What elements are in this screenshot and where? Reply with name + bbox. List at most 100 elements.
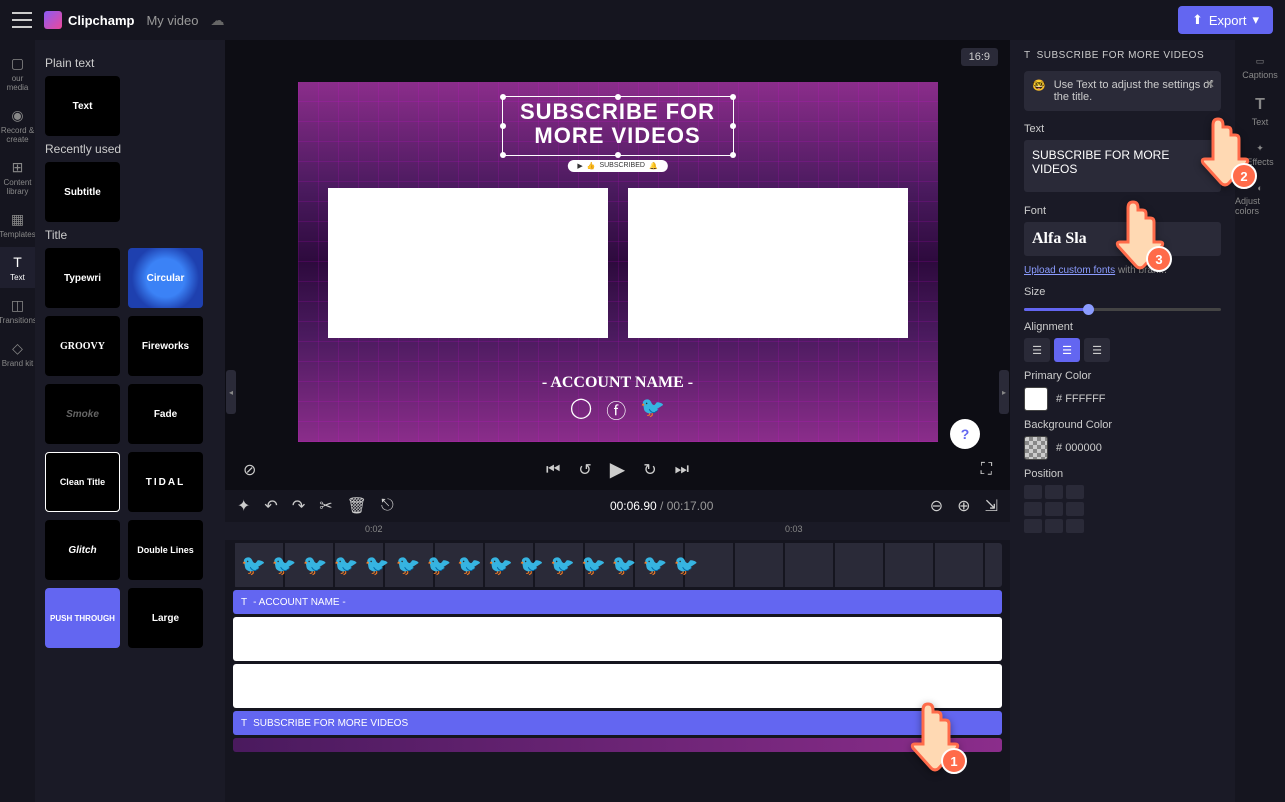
video-name[interactable]: My video xyxy=(146,13,198,28)
pos-tl[interactable] xyxy=(1024,485,1042,499)
youtube-icon: ▶ xyxy=(577,162,582,170)
delete-button[interactable]: 🗑 xyxy=(347,496,367,516)
split-button[interactable]: ⎋ xyxy=(381,497,394,515)
media-icon: ▢ xyxy=(9,54,27,72)
aspect-ratio[interactable]: 16:9 xyxy=(961,48,998,66)
rail-text-panel[interactable]: TText xyxy=(1235,88,1285,135)
rail-adjust-colors[interactable]: ◐Adjust colors xyxy=(1235,175,1285,224)
thumb-subtitle[interactable]: Subtitle xyxy=(45,162,120,222)
size-slider[interactable] xyxy=(1024,308,1221,311)
position-grid xyxy=(1024,485,1221,533)
pos-mc[interactable] xyxy=(1045,502,1063,516)
preview-area: 16:9 SUBSCRIBE FOR MORE VIDEOS ▶ 👍 SUBSC… xyxy=(225,40,1010,490)
track-account-name[interactable]: T - ACCOUNT NAME - xyxy=(233,590,1002,614)
thumb-groovy[interactable]: GROOVY xyxy=(45,316,120,376)
primary-color-swatch[interactable] xyxy=(1024,387,1048,411)
chevron-down-icon: ▾ xyxy=(1252,12,1259,28)
hint-box: 🤓 Use Text to adjust the settings of the… xyxy=(1024,71,1221,111)
thumb-typewriter[interactable]: Typewri xyxy=(45,248,120,308)
rail-media[interactable]: ▢our media xyxy=(0,48,35,98)
skip-back-icon[interactable]: ⏮ xyxy=(546,461,560,479)
magic-icon[interactable]: ✦ xyxy=(237,496,250,516)
label-primary-color: Primary Color xyxy=(1024,370,1221,382)
timeline: ✦ ↶ ↷ ✂ 🗑 ⎋ 00:06.90 / 00:17.00 ⊖ ⊕ ⇲ 0:… xyxy=(225,490,1010,802)
pos-bl[interactable] xyxy=(1024,519,1042,533)
align-center-button[interactable]: ☰ xyxy=(1054,338,1080,362)
rail-effects[interactable]: ✦Effects xyxy=(1235,135,1285,175)
pos-ml[interactable] xyxy=(1024,502,1042,516)
undo-button[interactable]: ↶ xyxy=(264,496,277,516)
redo-button[interactable]: ↷ xyxy=(292,496,305,516)
text-input[interactable] xyxy=(1024,140,1221,192)
section-plain: Plain text xyxy=(45,56,215,70)
thumb-fade[interactable]: Fade xyxy=(128,384,203,444)
pos-tr[interactable] xyxy=(1066,485,1084,499)
thumb-clean[interactable]: Clean Title xyxy=(45,452,120,512)
close-hint-button[interactable]: ✕ xyxy=(1205,77,1215,91)
rail-captions[interactable]: ▭Captions xyxy=(1235,48,1285,88)
zoom-in-button[interactable]: ⊕ xyxy=(957,496,970,516)
section-title: Title xyxy=(45,228,215,242)
title-text-element[interactable]: SUBSCRIBE FOR MORE VIDEOS xyxy=(520,100,715,148)
fullscreen-icon[interactable]: ⛶ xyxy=(981,461,992,479)
thumb-double[interactable]: Double Lines xyxy=(128,520,203,580)
align-left-button[interactable]: ☰ xyxy=(1024,338,1050,362)
font-selector[interactable]: Alfa Sla xyxy=(1024,222,1221,256)
track-placeholder-1[interactable] xyxy=(233,617,1002,661)
thumb-tidal[interactable]: TIDAL xyxy=(128,452,203,512)
thumb-glitch[interactable]: Glitch xyxy=(45,520,120,580)
text-track-icon: T xyxy=(241,597,247,608)
menu-button[interactable] xyxy=(12,12,32,28)
thumb-large[interactable]: Large xyxy=(128,588,203,648)
track-background[interactable] xyxy=(233,738,1002,752)
transitions-icon: ◫ xyxy=(9,296,27,314)
play-button[interactable]: ▶ xyxy=(610,457,625,482)
captions-off-icon[interactable]: ⊘ xyxy=(243,460,256,480)
video-preview[interactable]: SUBSCRIBE FOR MORE VIDEOS ▶ 👍 SUBSCRIBED… xyxy=(298,82,938,442)
track-twitter[interactable]: 🐦🐦🐦🐦🐦🐦🐦🐦🐦🐦🐦🐦🐦🐦🐦 xyxy=(233,543,1002,587)
cut-button[interactable]: ✂ xyxy=(319,496,332,516)
record-icon: ◉ xyxy=(9,106,27,124)
rail-library[interactable]: ⊞Content library xyxy=(0,152,35,202)
timeline-toolbar: ✦ ↶ ↷ ✂ 🗑 ⎋ 00:06.90 / 00:17.00 ⊖ ⊕ ⇲ xyxy=(225,490,1010,522)
pos-tc[interactable] xyxy=(1045,485,1063,499)
rail-record[interactable]: ◉Record & create xyxy=(0,100,35,150)
fit-button[interactable]: ⇲ xyxy=(985,496,998,516)
pos-mr[interactable] xyxy=(1066,502,1084,516)
bg-color-swatch[interactable] xyxy=(1024,436,1048,460)
export-label: Export xyxy=(1209,13,1247,28)
thumb-circular[interactable]: Circular xyxy=(128,248,203,308)
track-placeholder-2[interactable] xyxy=(233,664,1002,708)
thumb-fireworks[interactable]: Fireworks xyxy=(128,316,203,376)
playback-controls: ⊘ ⏮ ↺ ▶ ↻ ⏭ ⛶ ? xyxy=(225,449,1010,490)
rail-templates[interactable]: ▦Templates xyxy=(0,204,35,245)
bell-icon: 🔔 xyxy=(649,162,658,170)
label-position: Position xyxy=(1024,468,1221,480)
timeline-time: 00:06.90 / 00:17.00 xyxy=(610,499,713,513)
app-logo[interactable]: Clipchamp xyxy=(44,11,134,29)
pos-bc[interactable] xyxy=(1045,519,1063,533)
align-right-button[interactable]: ☰ xyxy=(1084,338,1110,362)
rail-transitions[interactable]: ◫Transitions xyxy=(0,290,35,331)
left-rail: ▢our media ◉Record & create ⊞Content lib… xyxy=(0,40,35,802)
pos-br[interactable] xyxy=(1066,519,1084,533)
rail-text[interactable]: TText xyxy=(0,247,35,288)
thumb-text[interactable]: Text xyxy=(45,76,120,136)
slider-thumb[interactable] xyxy=(1083,304,1094,315)
twitter-icon: 🐦 xyxy=(640,395,665,424)
zoom-out-button[interactable]: ⊖ xyxy=(930,496,943,516)
upload-fonts-link[interactable]: Upload custom fonts xyxy=(1024,265,1115,276)
thumb-push[interactable]: PUSH THROUGH xyxy=(45,588,120,648)
skip-forward-icon[interactable]: ⏭ xyxy=(675,461,689,479)
text-track-icon: T xyxy=(241,718,247,729)
thumb-smoke[interactable]: Smoke xyxy=(45,384,120,444)
templates-icon: ▦ xyxy=(9,210,27,228)
export-button[interactable]: ⬆ Export ▾ xyxy=(1178,6,1273,34)
rail-brand[interactable]: ◇Brand kit xyxy=(0,333,35,374)
help-button[interactable]: ? xyxy=(950,419,980,449)
rewind-icon[interactable]: ↺ xyxy=(578,460,591,480)
timeline-ruler[interactable]: 0:02 0:03 xyxy=(225,522,1010,540)
forward-icon[interactable]: ↻ xyxy=(643,460,656,480)
brand-icon: ◇ xyxy=(9,339,27,357)
track-subscribe-text[interactable]: T SUBSCRIBE FOR MORE VIDEOS xyxy=(233,711,1002,735)
